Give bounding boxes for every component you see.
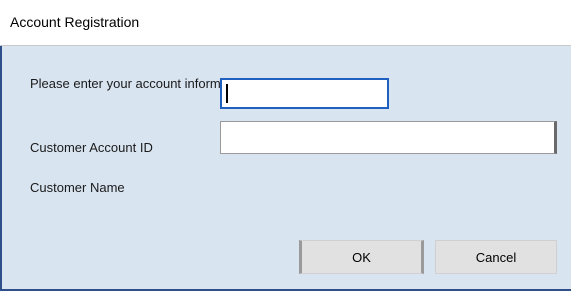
cancel-button[interactable]: Cancel: [435, 240, 557, 274]
title-bar[interactable]: Account Registration: [0, 0, 571, 46]
customer-name-label: Customer Name: [30, 180, 125, 195]
instruction-text: Please enter your account information: [30, 76, 249, 91]
text-caret: [226, 84, 228, 103]
customer-account-id-label: Customer Account ID: [30, 140, 153, 155]
customer-account-id-input[interactable]: [220, 78, 389, 109]
window-title: Account Registration: [10, 14, 140, 30]
ok-button[interactable]: OK: [299, 240, 424, 274]
customer-name-input[interactable]: [220, 121, 557, 154]
account-registration-dialog: Account Registration Please enter your a…: [0, 0, 571, 291]
